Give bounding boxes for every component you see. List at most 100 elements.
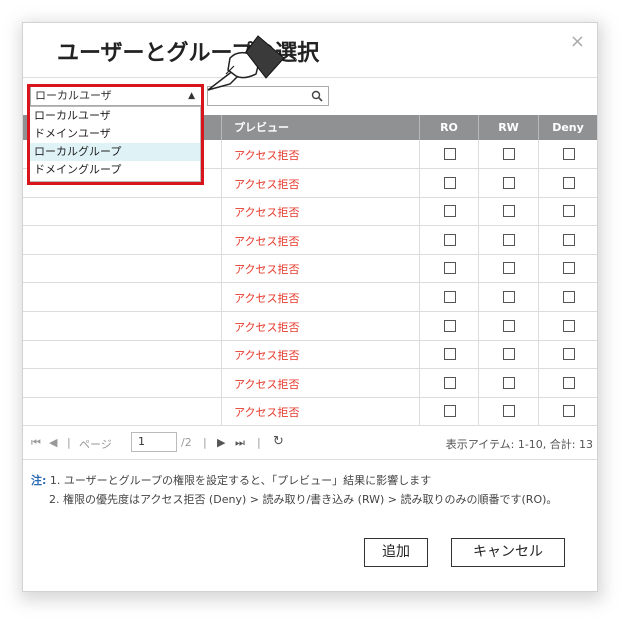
column-header-deny[interactable]: Deny [538, 115, 597, 140]
column-header-ro[interactable]: RO [419, 115, 478, 140]
deny-checkbox[interactable] [563, 176, 575, 189]
deny-checkbox[interactable] [563, 205, 575, 218]
first-page-icon[interactable]: ⏮ [31, 436, 41, 450]
deny-cell [538, 397, 597, 426]
deny-checkbox[interactable] [563, 348, 575, 361]
rw-checkbox[interactable] [503, 348, 515, 361]
ro-cell [419, 311, 478, 340]
deny-cell [538, 140, 597, 168]
deny-checkbox[interactable] [563, 291, 575, 303]
ro-checkbox[interactable] [444, 376, 456, 389]
preview-status: アクセス拒否 [234, 320, 300, 334]
preview-status: アクセス拒否 [234, 149, 300, 162]
deny-checkbox[interactable] [563, 376, 575, 389]
ro-checkbox[interactable] [444, 405, 456, 418]
preview-cell: アクセス拒否 [221, 197, 419, 226]
rw-cell [478, 340, 538, 369]
deny-cell [538, 311, 597, 340]
ro-checkbox[interactable] [444, 148, 456, 160]
column-header-preview[interactable]: プレビュー [221, 115, 419, 140]
deny-checkbox[interactable] [563, 405, 575, 418]
rw-cell [478, 368, 538, 397]
preview-cell: アクセス拒否 [221, 283, 419, 311]
table-row[interactable]: アクセス拒否 [23, 368, 597, 398]
table-row[interactable]: アクセス拒否 [23, 197, 597, 227]
ro-checkbox[interactable] [444, 233, 456, 246]
pager-divider: | [203, 436, 207, 449]
name-cell [23, 340, 221, 368]
ro-checkbox[interactable] [444, 291, 456, 303]
table-row[interactable]: アクセス拒否 [23, 283, 597, 312]
rw-cell [478, 197, 538, 226]
column-header-rw[interactable]: RW [478, 115, 538, 140]
rw-checkbox[interactable] [503, 291, 515, 303]
preview-status: アクセス拒否 [234, 349, 300, 363]
preview-cell: アクセス拒否 [221, 254, 419, 283]
deny-checkbox[interactable] [563, 262, 575, 275]
rw-checkbox[interactable] [503, 376, 515, 389]
prev-page-icon[interactable]: ◀ [49, 436, 57, 449]
cancel-button[interactable]: キャンセル [451, 538, 565, 567]
ro-checkbox[interactable] [444, 176, 456, 189]
note-line-2: 2. 権限の優先度はアクセス拒否 (Deny) > 読み取り/書き込み (RW)… [31, 490, 557, 509]
rw-checkbox[interactable] [503, 319, 515, 332]
preview-cell: アクセス拒否 [221, 168, 419, 197]
deny-cell [538, 340, 597, 369]
next-page-icon[interactable]: ▶ [217, 436, 225, 449]
ro-checkbox[interactable] [444, 262, 456, 275]
ro-cell [419, 140, 478, 168]
preview-status: アクセス拒否 [234, 206, 300, 220]
page-number-input[interactable]: 1 [131, 432, 177, 452]
preview-status: アクセス拒否 [234, 234, 300, 248]
ro-checkbox[interactable] [444, 319, 456, 332]
notes-section: 注: 1. ユーザーとグループの権限を設定すると、「プレビュー」結果に影響します… [31, 471, 557, 509]
deny-cell [538, 368, 597, 397]
ro-checkbox[interactable] [444, 348, 456, 361]
rw-checkbox[interactable] [503, 233, 515, 246]
ro-checkbox[interactable] [444, 205, 456, 218]
rw-checkbox[interactable] [503, 405, 515, 418]
rw-checkbox[interactable] [503, 262, 515, 275]
ro-cell [419, 254, 478, 283]
close-icon[interactable]: × [570, 31, 585, 52]
ro-cell [419, 168, 478, 197]
deny-cell [538, 283, 597, 311]
table-row[interactable]: アクセス拒否 [23, 340, 597, 370]
preview-cell: アクセス拒否 [221, 397, 419, 426]
rw-cell [478, 254, 538, 283]
name-cell [23, 312, 221, 340]
preview-status: アクセス拒否 [234, 177, 300, 191]
note-text-1: 1. ユーザーとグループの権限を設定すると、「プレビュー」結果に影響します [49, 474, 432, 487]
table-row[interactable]: アクセス拒否 [23, 254, 597, 284]
deny-checkbox[interactable] [563, 233, 575, 246]
ro-cell [419, 397, 478, 426]
preview-status: アクセス拒否 [234, 292, 300, 305]
rw-checkbox[interactable] [503, 176, 515, 189]
items-summary: 表示アイテム: 1-10, 合計: 13 [445, 438, 593, 451]
deny-checkbox[interactable] [563, 319, 575, 332]
deny-cell [538, 168, 597, 197]
deny-cell [538, 197, 597, 226]
table-row[interactable]: アクセス拒否 [23, 225, 597, 255]
deny-cell [538, 254, 597, 283]
last-page-icon[interactable]: ⏭ [235, 436, 245, 450]
preview-status: アクセス拒否 [234, 377, 300, 391]
refresh-icon[interactable]: ↻ [273, 434, 284, 449]
ro-cell [419, 368, 478, 397]
add-button[interactable]: 追加 [364, 538, 428, 567]
pager-divider: | [257, 436, 261, 449]
pointing-hand-icon [207, 35, 285, 91]
note-line-1: 注: 1. ユーザーとグループの権限を設定すると、「プレビュー」結果に影響します [31, 471, 557, 490]
note-label: 注: [31, 474, 47, 487]
rw-cell [478, 311, 538, 340]
page-label: ページ [79, 438, 112, 451]
search-icon[interactable] [311, 90, 323, 102]
rw-cell [478, 397, 538, 426]
preview-status: アクセス拒否 [234, 406, 300, 420]
annotation-highlight-box [27, 84, 204, 185]
table-row[interactable]: アクセス拒否 [23, 397, 597, 427]
rw-checkbox[interactable] [503, 205, 515, 218]
rw-checkbox[interactable] [503, 148, 515, 160]
table-row[interactable]: アクセス拒否 [23, 311, 597, 341]
deny-checkbox[interactable] [563, 148, 575, 160]
